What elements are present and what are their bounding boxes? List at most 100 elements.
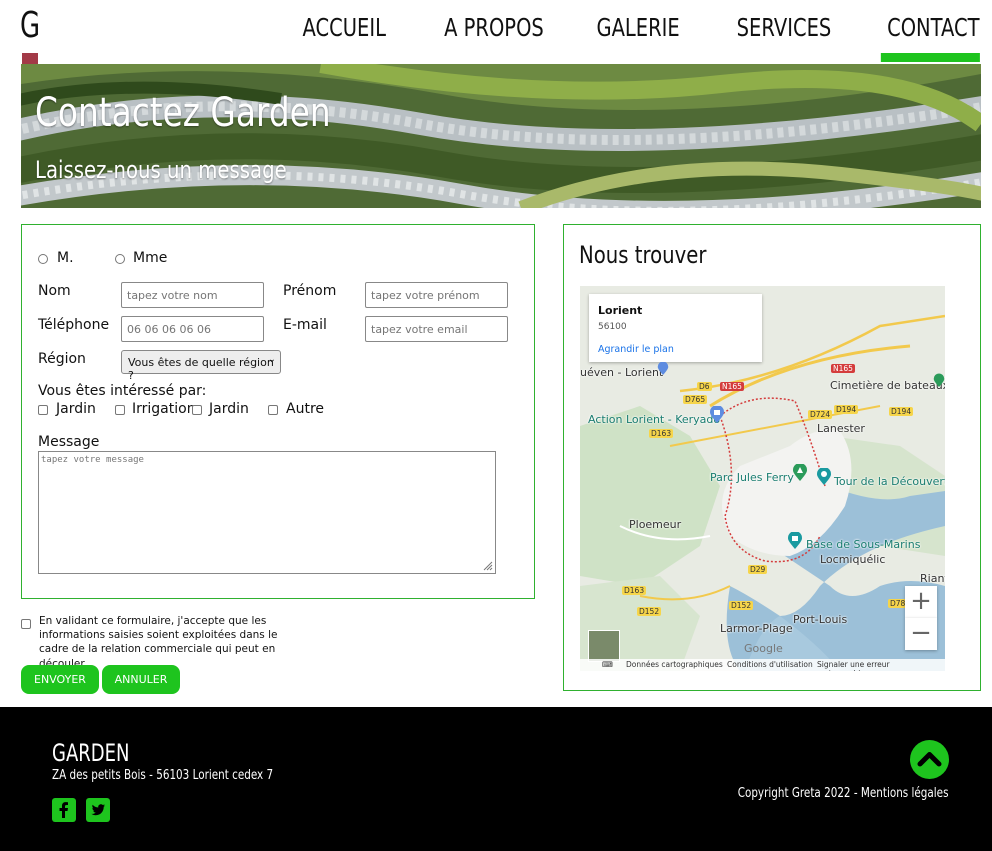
logo-letter: G (20, 5, 41, 46)
map-label: Larmor-Plage (720, 622, 793, 635)
nav-services[interactable]: SERVICES (737, 10, 832, 62)
map-label: Lanester (817, 422, 865, 435)
email-label: E-mail (283, 317, 327, 333)
location-pin-icon[interactable] (657, 362, 669, 376)
zoom-in-button[interactable]: + (905, 586, 937, 618)
main-nav: ACCUEIL A PROPOS GALERIE SERVICES CONTAC… (249, 10, 980, 62)
interest-label: Vous êtes intéressé par: (38, 383, 207, 399)
road-label: D163 (622, 586, 647, 595)
footer-address: ZA des petits Bois - 56103 Lorient cedex… (52, 768, 274, 783)
chevron-down-icon: ⌄ (267, 354, 276, 365)
map-data-link[interactable]: Données cartographiques (626, 660, 723, 669)
hedge-maze-image (21, 64, 981, 208)
map-section: Nous trouver Lorient 56100 Agrandir le p… (563, 224, 981, 691)
footer-brand: GARDEN (52, 739, 130, 767)
region-select-value: Vous êtes de quelle région ? (128, 356, 274, 382)
road-label: D194 (889, 407, 914, 416)
facebook-icon[interactable] (52, 798, 76, 822)
google-logo: Google (744, 642, 783, 655)
map-info-window: Lorient 56100 Agrandir le plan (589, 294, 762, 362)
telephone-input[interactable] (121, 316, 264, 342)
info-place: Lorient (598, 304, 643, 317)
cancel-button[interactable]: ANNULER (102, 665, 180, 694)
consent-text: En validant ce formulaire, j'accepte que… (39, 615, 278, 670)
hero-title: Contactez Garden (35, 90, 331, 136)
site-logo[interactable]: G (20, 5, 41, 64)
prenom-label: Prénom (283, 283, 337, 299)
road-label: N165 (720, 382, 744, 391)
nav-active-indicator (881, 53, 980, 62)
footer-copyright[interactable]: Copyright Greta 2022 - Mentions légales (737, 786, 948, 801)
region-label: Région (38, 351, 86, 367)
map-label: Ploemeur (629, 518, 682, 531)
radio-m-label: M. (57, 250, 74, 266)
interest-option-label: Irrigation (132, 401, 196, 417)
region-select[interactable]: Vous êtes de quelle région ? ⌄ (121, 350, 281, 382)
nom-label: Nom (38, 283, 71, 299)
attraction-pin-icon[interactable] (816, 468, 832, 486)
nom-input[interactable] (121, 282, 264, 308)
nav-a-propos[interactable]: A PROPOS (444, 10, 544, 62)
attraction-pin-icon[interactable] (933, 372, 945, 390)
prenom-input[interactable] (365, 282, 508, 308)
interest-checkbox-irrigation[interactable] (115, 405, 125, 415)
road-label: D724 (808, 410, 833, 419)
interest-checkbox-jardin-2[interactable] (192, 405, 202, 415)
chevron-up-icon (917, 752, 942, 767)
email-input[interactable] (365, 316, 508, 342)
back-to-top-button[interactable] (910, 740, 949, 779)
enlarge-map-link[interactable]: Agrandir le plan (598, 344, 674, 355)
map-title: Nous trouver (579, 241, 707, 269)
map-layer-toggle[interactable] (588, 630, 620, 662)
nav-galerie[interactable]: GALERIE (597, 10, 680, 62)
radio-m[interactable] (38, 254, 48, 264)
site-footer: GARDEN ZA des petits Bois - 56103 Lorien… (0, 707, 992, 851)
interest-option-label: Jardin (209, 401, 249, 417)
nav-accueil[interactable]: ACCUEIL (302, 10, 385, 62)
map-label: Tour de la Découverte (834, 475, 945, 488)
map-label: Locmiquélic (820, 553, 886, 566)
map-label: Parc Jules Ferry (710, 471, 794, 484)
map-label: Base de Sous-Marins (806, 538, 921, 551)
terms-link[interactable]: Conditions d'utilisation (727, 660, 813, 669)
map-label: Port-Louis (793, 613, 848, 626)
message-textarea[interactable]: tapez votre message (38, 451, 496, 574)
road-label: D163 (649, 429, 674, 438)
map-label: Riant (920, 572, 945, 585)
radio-mme[interactable] (115, 254, 125, 264)
road-label: D194 (834, 405, 859, 414)
google-map[interactable]: Lorient 56100 Agrandir le plan uéven - L… (580, 286, 945, 671)
message-label: Message (38, 434, 100, 450)
report-error-link[interactable]: Signaler une erreur cartographique (817, 660, 945, 671)
logo-accent-bar (22, 53, 38, 64)
hero-subtitle: Laissez-nous un message (35, 156, 287, 184)
museum-pin-icon[interactable] (787, 532, 803, 550)
road-label: N165 (831, 364, 855, 373)
resize-handle-icon[interactable] (483, 561, 493, 571)
interest-checkbox-jardin[interactable] (38, 405, 48, 415)
map-attribution-bar: ⌨ Données cartographiques Conditions d'u… (580, 659, 945, 671)
road-label: D152 (637, 607, 662, 616)
shopping-pin-icon[interactable] (709, 406, 725, 424)
road-label: D152 (729, 601, 754, 610)
interest-option-label: Jardin (56, 401, 96, 417)
twitter-icon[interactable] (86, 798, 110, 822)
road-label: D765 (683, 395, 708, 404)
road-label: D29 (748, 565, 768, 574)
nav-contact[interactable]: CONTACT (881, 10, 980, 62)
road-label: D6 (697, 382, 712, 391)
interest-checkbox-autre[interactable] (268, 405, 278, 415)
telephone-label: Téléphone (38, 317, 110, 333)
map-label: Cimetière de bateaux (830, 379, 945, 392)
message-placeholder: tapez votre message (41, 455, 144, 465)
submit-button[interactable]: ENVOYER (21, 665, 99, 694)
keyboard-icon[interactable]: ⌨ (602, 660, 613, 669)
consent-checkbox[interactable] (21, 619, 31, 629)
info-postcode: 56100 (598, 322, 627, 332)
zoom-out-button[interactable]: − (905, 618, 937, 650)
contact-form: M. Mme Nom Prénom Téléphone E-mail Régio… (21, 224, 535, 599)
park-pin-icon[interactable] (792, 464, 808, 482)
map-label: Action Lorient - Keryado (588, 413, 721, 426)
nav-contact-label: CONTACT (887, 13, 980, 42)
hero-banner: Contactez Garden Laissez-nous un message (21, 64, 981, 208)
